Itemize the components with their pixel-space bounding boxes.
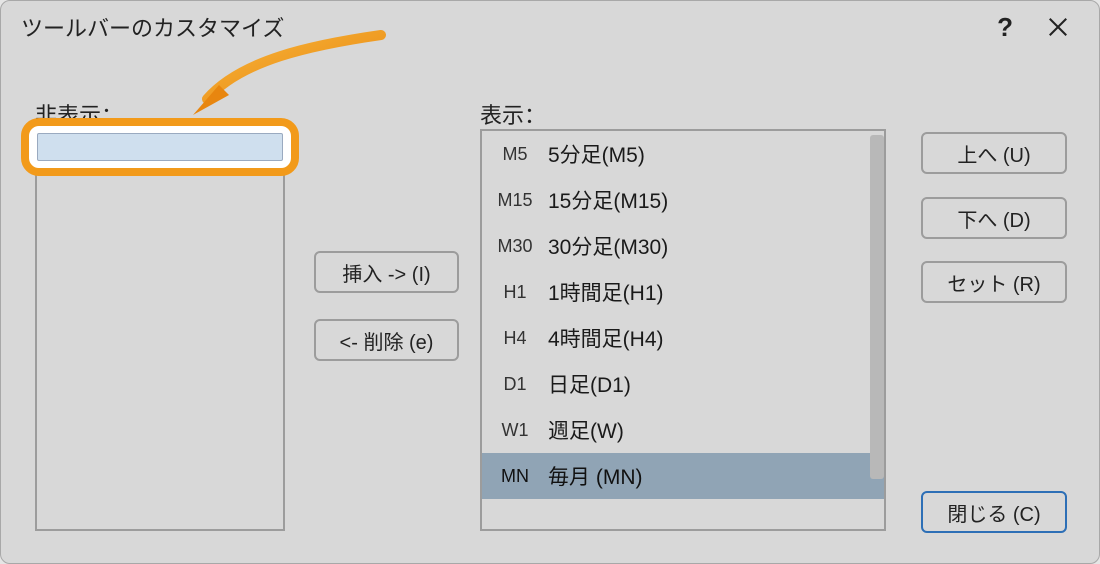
list-item[interactable]: H1 1時間足(H1) bbox=[482, 269, 884, 315]
hidden-section-label: 非表示： bbox=[35, 98, 123, 130]
item-tag: D1 bbox=[488, 374, 542, 395]
item-label: 15分足(M15) bbox=[542, 185, 668, 215]
list-item[interactable]: M5 5分足(M5) bbox=[482, 131, 884, 177]
item-tag: H4 bbox=[488, 328, 542, 349]
customize-toolbar-dialog: ツールバーのカスタマイズ ? 非表示： 表示： M5 5分足(M5) M15 1… bbox=[0, 0, 1100, 564]
item-tag: M30 bbox=[488, 236, 542, 257]
item-tag: M15 bbox=[488, 190, 542, 211]
hidden-items-listbox[interactable] bbox=[35, 129, 285, 531]
shown-items-listbox[interactable]: M5 5分足(M5) M15 15分足(M15) M30 30分足(M30) H… bbox=[480, 129, 886, 531]
help-button[interactable]: ? bbox=[997, 12, 1013, 43]
remove-button[interactable]: <- 削除 (e) bbox=[314, 319, 459, 361]
shown-section-label: 表示： bbox=[480, 98, 546, 130]
list-item[interactable]: M15 15分足(M15) bbox=[482, 177, 884, 223]
item-tag: M5 bbox=[488, 144, 542, 165]
item-tag: MN bbox=[488, 466, 542, 487]
list-item[interactable]: D1 日足(D1) bbox=[482, 361, 884, 407]
list-item[interactable]: H4 4時間足(H4) bbox=[482, 315, 884, 361]
move-up-button[interactable]: 上へ (U) bbox=[921, 132, 1067, 174]
set-button[interactable]: セット (R) bbox=[921, 261, 1067, 303]
move-down-button[interactable]: 下へ (D) bbox=[921, 197, 1067, 239]
close-icon bbox=[1047, 16, 1069, 38]
list-item[interactable]: MN 毎月 (MN) bbox=[482, 453, 884, 499]
list-item[interactable]: W1 週足(W) bbox=[482, 407, 884, 453]
dialog-title: ツールバーのカスタマイズ bbox=[1, 11, 284, 43]
item-tag: W1 bbox=[488, 420, 542, 441]
close-dialog-button[interactable]: 閉じる (C) bbox=[921, 491, 1067, 533]
item-label: 毎月 (MN) bbox=[542, 461, 642, 491]
titlebar: ツールバーのカスタマイズ ? bbox=[1, 1, 1099, 53]
item-label: 5分足(M5) bbox=[542, 139, 645, 169]
item-tag: H1 bbox=[488, 282, 542, 303]
insert-button[interactable]: 挿入 -> (I) bbox=[314, 251, 459, 293]
scrollbar-thumb[interactable] bbox=[870, 135, 884, 479]
item-label: 1時間足(H1) bbox=[542, 277, 664, 307]
item-label: 日足(D1) bbox=[542, 369, 631, 399]
item-label: 週足(W) bbox=[542, 415, 624, 445]
item-label: 4時間足(H4) bbox=[542, 323, 664, 353]
close-button[interactable] bbox=[1043, 12, 1073, 42]
list-item[interactable]: M30 30分足(M30) bbox=[482, 223, 884, 269]
item-label: 30分足(M30) bbox=[542, 231, 668, 261]
